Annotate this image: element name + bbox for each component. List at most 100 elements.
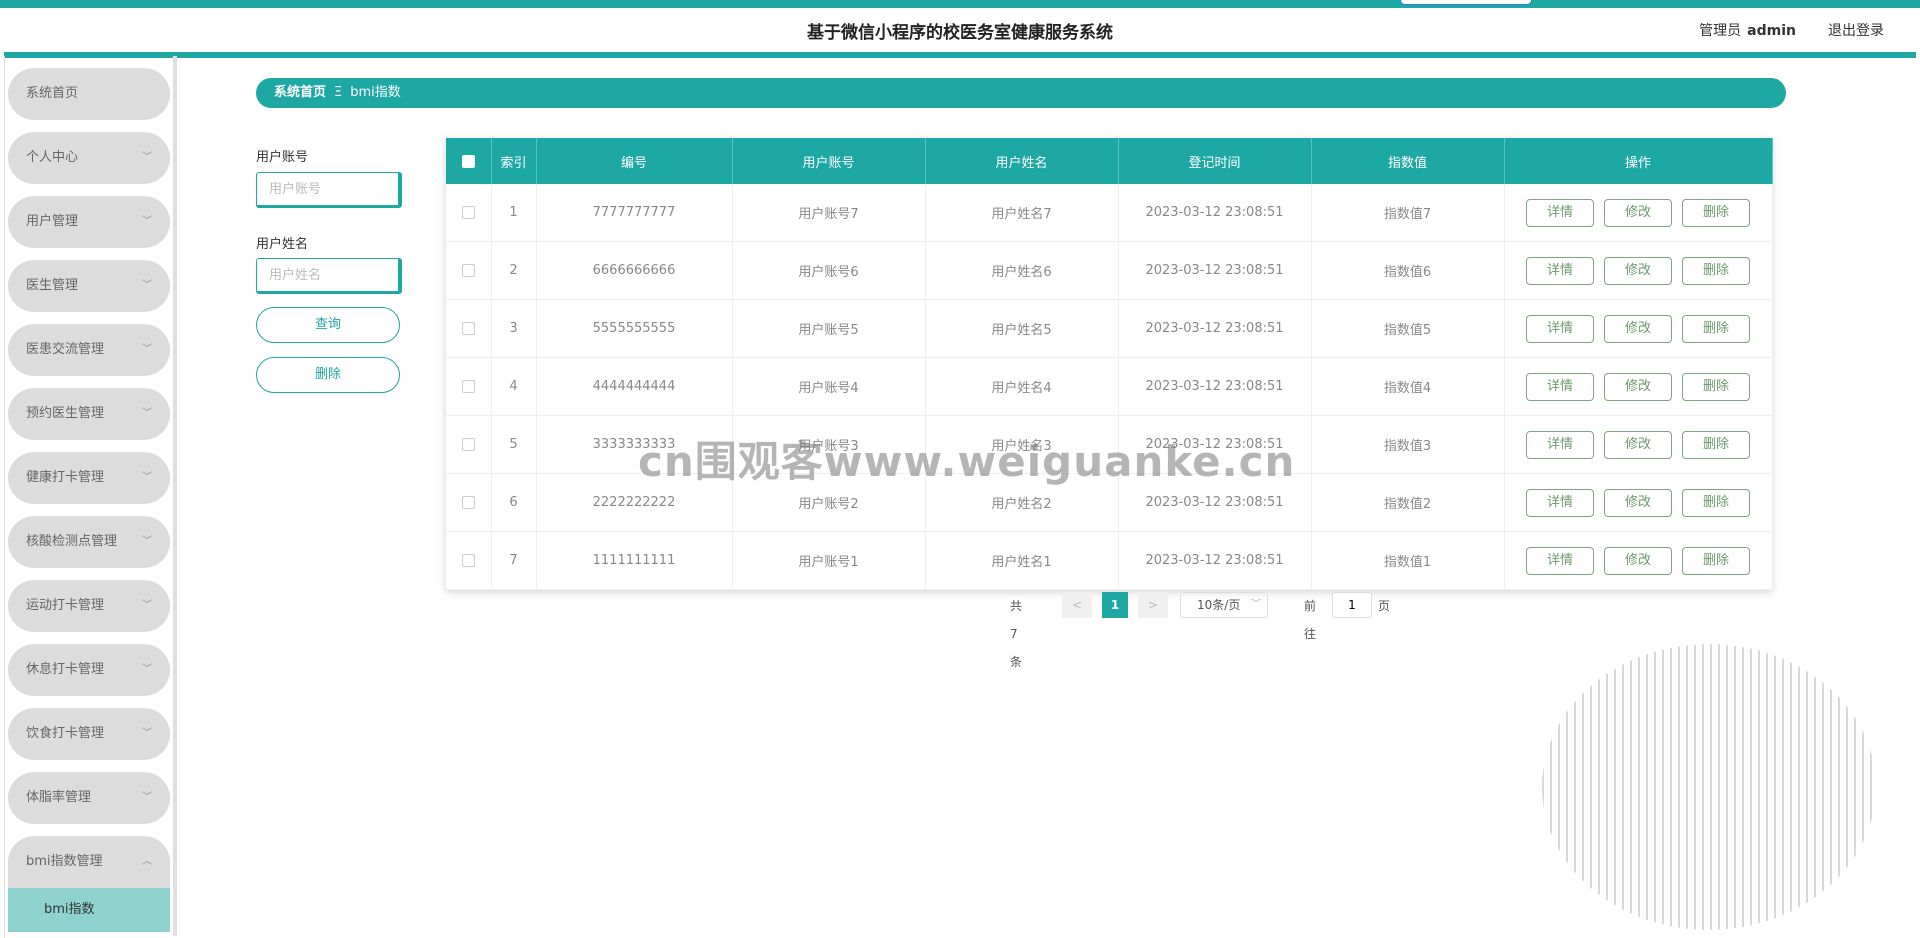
sidebar-item-label: 系统首页 <box>26 86 79 101</box>
table-cell-index: 1 <box>491 184 537 242</box>
edit-button[interactable]: 修改 <box>1604 546 1672 575</box>
sidebar-item[interactable]: 运动打卡管理 ﹀ <box>8 580 170 632</box>
row-checkbox[interactable] <box>461 206 475 219</box>
chevron-up-icon: ︿ <box>142 856 152 867</box>
edit-button[interactable]: 修改 <box>1604 198 1672 227</box>
sidebar-item[interactable]: 个人中心 ﹀ <box>8 132 170 184</box>
frame-divider <box>4 56 5 938</box>
select-all-checkbox[interactable] <box>461 154 475 168</box>
sidebar-item[interactable]: bmi指数管理 ︿ <box>8 836 170 888</box>
chevron-down-icon: ﹀ <box>142 344 152 355</box>
edit-button[interactable]: 修改 <box>1604 256 1672 285</box>
table-cell-value: 指数值4 <box>1311 357 1505 416</box>
sidebar-item-label: 体脂率管理 <box>26 790 92 805</box>
row-select-cell[interactable] <box>446 299 492 358</box>
sidebar-item[interactable]: 饮食打卡管理 ﹀ <box>8 708 170 760</box>
detail-button[interactable]: 详情 <box>1526 430 1594 459</box>
actions-cell: 详情 修改 删除 <box>1504 299 1773 358</box>
goto-page-input[interactable] <box>1332 592 1372 618</box>
delete-button[interactable]: 删除 <box>1682 256 1750 285</box>
delete-button[interactable]: 删除 <box>1682 314 1750 343</box>
table-cell-code: 6666666666 <box>536 241 733 300</box>
delete-button[interactable]: 删除 <box>1682 372 1750 401</box>
column-header: 指数值 <box>1311 138 1505 184</box>
edit-button[interactable]: 修改 <box>1604 430 1672 459</box>
page-size-select[interactable]: 10条/页 ﹀ <box>1180 592 1268 618</box>
table-cell-code: 5555555555 <box>536 299 733 358</box>
sidebar-item[interactable]: 核酸检测点管理 ﹀ <box>8 516 170 568</box>
delete-button[interactable]: 删除 <box>1682 198 1750 227</box>
chevron-down-icon: ﹀ <box>142 664 152 675</box>
sidebar-item-label: bmi指数管理 <box>26 854 103 869</box>
edit-button[interactable]: 修改 <box>1604 372 1672 401</box>
delete-button[interactable]: 删除 <box>1682 488 1750 517</box>
user-info: 管理员 admin <box>1699 20 1796 40</box>
row-checkbox[interactable] <box>461 380 475 393</box>
edit-button[interactable]: 修改 <box>1604 314 1672 343</box>
sidebar-item-label: 核酸检测点管理 <box>26 534 118 549</box>
row-select-cell[interactable] <box>446 531 492 590</box>
sidebar-item[interactable]: 系统首页 <box>8 68 170 120</box>
row-select-cell[interactable] <box>446 473 492 532</box>
detail-button[interactable]: 详情 <box>1526 314 1594 343</box>
table-cell-value: 指数值6 <box>1311 241 1505 300</box>
table-cell-time: 2023-03-12 23:08:51 <box>1118 241 1312 300</box>
header: 基于微信小程序的校医务室健康服务系统 管理员 admin 退出登录 <box>4 8 1916 58</box>
table-cell-account: 用户账号1 <box>732 531 926 590</box>
sidebar-item[interactable]: 用户管理 ﹀ <box>8 196 170 248</box>
table-row: 2 6666666666 用户账号6 用户姓名6 2023-03-12 23:08:51… <box>446 241 1773 300</box>
sidebar-item[interactable]: 医患交流管理 ﹀ <box>8 324 170 376</box>
detail-button[interactable]: 详情 <box>1526 198 1594 227</box>
sidebar-item[interactable]: 体脂率管理 ﹀ <box>8 772 170 824</box>
sidebar-item[interactable]: 预约医生管理 ﹀ <box>8 388 170 440</box>
watermark: cn围观客www.weiguanke.cn <box>638 437 1296 486</box>
logout-button[interactable]: 退出登录 <box>1828 20 1884 40</box>
table-cell-account: 用户账号4 <box>732 357 926 416</box>
row-select-cell[interactable] <box>446 241 492 300</box>
table-cell-name: 用户姓名1 <box>925 531 1119 590</box>
row-checkbox[interactable] <box>461 438 475 451</box>
table-cell-time: 2023-03-12 23:08:51 <box>1118 531 1312 590</box>
table-cell-index: 7 <box>491 531 537 590</box>
prev-page-button[interactable]: < <box>1062 592 1092 618</box>
breadcrumb-current: bmi指数 <box>350 85 401 100</box>
edit-button[interactable]: 修改 <box>1604 488 1672 517</box>
table-cell-account: 用户账号6 <box>732 241 926 300</box>
sidebar-scrollbar[interactable] <box>173 56 177 936</box>
row-select-cell[interactable] <box>446 184 492 242</box>
detail-button[interactable]: 详情 <box>1526 372 1594 401</box>
account-label: 用户账号 <box>256 150 309 165</box>
sidebar-item-label: 预约医生管理 <box>26 406 105 421</box>
row-select-cell[interactable] <box>446 357 492 416</box>
next-page-button[interactable]: > <box>1138 592 1168 618</box>
account-search-input[interactable] <box>256 172 402 208</box>
name-search-input[interactable] <box>256 258 402 294</box>
detail-button[interactable]: 详情 <box>1526 256 1594 285</box>
sidebar-item[interactable]: 健康打卡管理 ﹀ <box>8 452 170 504</box>
column-header: 编号 <box>536 138 733 184</box>
detail-button[interactable]: 详情 <box>1526 488 1594 517</box>
sidebar-subitem-active[interactable]: bmi指数 <box>8 888 170 932</box>
page-number-button[interactable]: 1 <box>1102 592 1128 618</box>
row-checkbox[interactable] <box>461 554 475 567</box>
row-checkbox[interactable] <box>461 496 475 509</box>
detail-button[interactable]: 详情 <box>1526 546 1594 575</box>
sidebar-item[interactable]: 医生管理 ﹀ <box>8 260 170 312</box>
delete-button[interactable]: 删除 <box>1682 430 1750 459</box>
delete-button[interactable]: 删除 <box>1682 546 1750 575</box>
sidebar-item[interactable]: 休息打卡管理 ﹀ <box>8 644 170 696</box>
breadcrumb-home[interactable]: 系统首页 <box>274 85 326 100</box>
select-all-cell[interactable] <box>446 138 492 184</box>
chevron-down-icon: ﹀ <box>142 472 152 483</box>
column-header: 登记时间 <box>1118 138 1312 184</box>
row-checkbox[interactable] <box>461 322 475 335</box>
column-header: 用户账号 <box>732 138 926 184</box>
query-button[interactable]: 查询 <box>256 307 400 343</box>
actions-cell: 详情 修改 删除 <box>1504 473 1773 532</box>
batch-delete-button[interactable]: 删除 <box>256 357 400 393</box>
chevron-down-icon: ﹀ <box>142 600 152 611</box>
row-checkbox[interactable] <box>461 264 475 277</box>
table-cell-account: 用户账号7 <box>732 184 926 242</box>
breadcrumb-separator: Ξ <box>334 85 343 100</box>
row-select-cell[interactable] <box>446 415 492 474</box>
